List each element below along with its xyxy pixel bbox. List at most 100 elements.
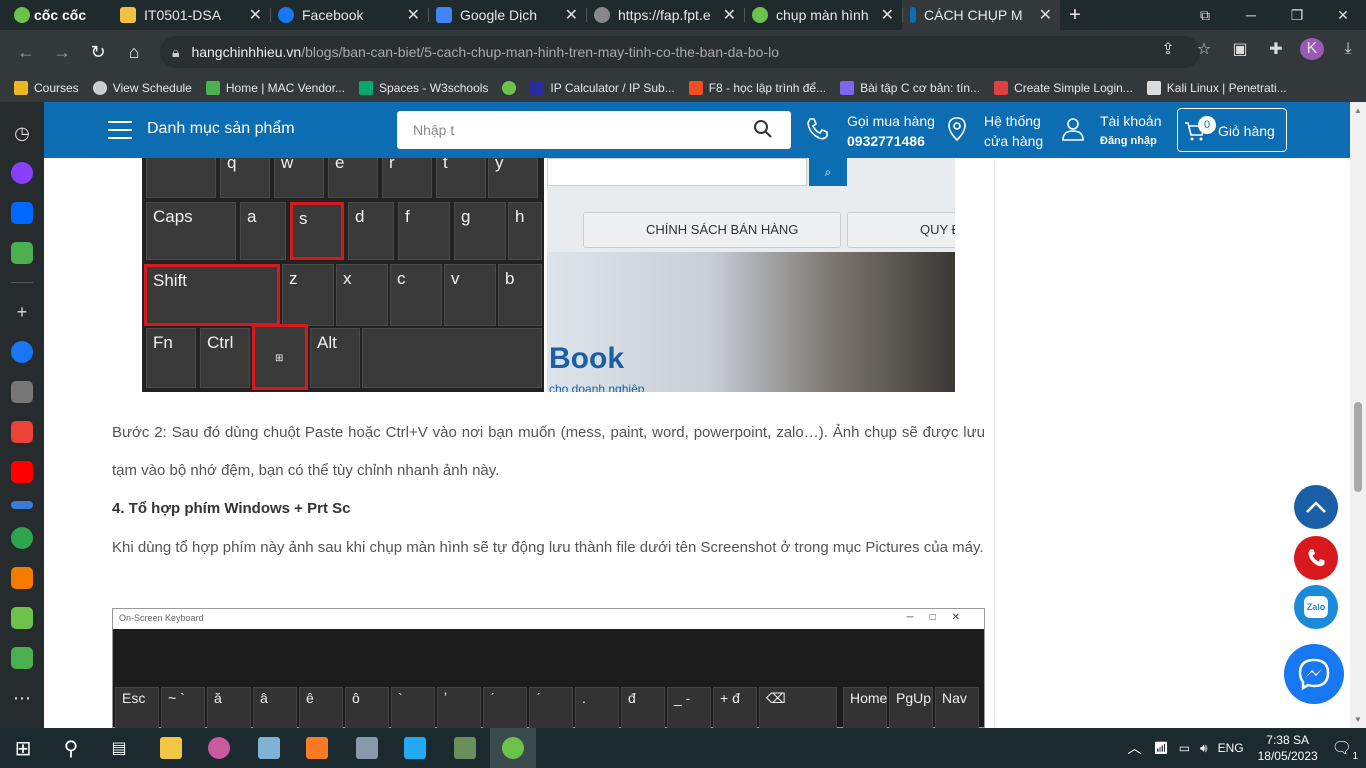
scrollbar-thumb[interactable] (1354, 402, 1362, 492)
page-scrollbar[interactable]: ▲ ▼ (1350, 102, 1366, 728)
xampp-button[interactable] (294, 728, 340, 768)
extension-icon[interactable] (11, 527, 33, 549)
notes-app-button[interactable] (246, 728, 292, 768)
tab-2[interactable]: Facebook ✕ (270, 0, 428, 30)
show-hidden-icons-icon[interactable]: ︿ (1127, 738, 1141, 758)
bookmark-w3schools[interactable]: Spaces - W3schools (359, 81, 488, 95)
task-view-button[interactable]: ▤ (96, 728, 142, 768)
google-translate-icon (436, 7, 452, 23)
more-icon[interactable]: ⋯ (13, 687, 31, 709)
photo-app-button[interactable] (442, 728, 488, 768)
paint-app-button[interactable] (196, 728, 242, 768)
messenger-chat-button[interactable] (1284, 644, 1344, 704)
close-tab-icon[interactable]: ✕ (881, 5, 894, 25)
close-tab-icon[interactable]: ✕ (249, 5, 262, 25)
back-button[interactable]: ← (8, 42, 44, 63)
extensions-icon[interactable]: ✚ (1264, 39, 1288, 59)
tab-6-active[interactable]: CÁCH CHỤP M ✕ (902, 0, 1060, 30)
phone-icon (807, 118, 828, 140)
clock[interactable]: 7:38 SA 18/05/2023 (1258, 732, 1318, 764)
scroll-to-top-button[interactable] (1294, 485, 1338, 529)
cart-button[interactable]: 0 Giỏ hàng (1177, 108, 1287, 152)
start-button[interactable]: ⊞ (0, 728, 46, 768)
tab-search-icon[interactable]: ⧉ (1182, 7, 1228, 24)
url-bar[interactable]: 🔒︎ hangchinhhieu.vn/blogs/ban-can-biet/5… (160, 36, 1200, 68)
notification-center-button[interactable]: 🗨︎ 1 (1332, 738, 1358, 762)
search-input[interactable]: Nhập t (413, 122, 454, 138)
bookmark-mac-vendor[interactable]: Home | MAC Vendor... (205, 81, 346, 95)
home-button[interactable]: ⌂ (116, 42, 152, 63)
share-icon[interactable]: ⇪ (1156, 39, 1180, 59)
scroll-down-arrow-icon[interactable]: ▼ (1354, 715, 1362, 724)
vpn-icon[interactable] (11, 501, 33, 509)
bookmark-create-login[interactable]: Create Simple Login... (994, 81, 1133, 95)
close-tab-icon[interactable]: ✕ (1039, 5, 1052, 25)
store-system-link[interactable]: Hệ thống cửa hàng (984, 111, 1043, 151)
game-app-button[interactable] (344, 728, 390, 768)
volume-icon[interactable]: 🔊︎ (1200, 741, 1208, 756)
section-heading-4: 4. Tổ hợp phím Windows + Prt Sc (112, 500, 351, 517)
bookmark-f8[interactable]: F8 - học lập trình để... (688, 81, 826, 95)
call-button[interactable] (1294, 536, 1338, 580)
search-icon: ⚲ (63, 737, 79, 760)
bookmark-courses[interactable]: Courses (14, 81, 79, 95)
bookmark-view-schedule[interactable]: View Schedule (92, 81, 192, 95)
website-screenshot-image: ⌕ CHÍNH SÁCH BÁN HÀNG QUY Đ Book cho doa… (547, 158, 955, 392)
kbd-key-highlighted: s (290, 202, 344, 260)
file-explorer-button[interactable] (148, 728, 194, 768)
minimize-button[interactable]: ─ (1228, 7, 1274, 23)
search-button[interactable]: ⚲ (48, 728, 94, 768)
category-menu-label[interactable]: Danh mục sản phẩm (147, 120, 295, 138)
site-search[interactable]: Nhập t (397, 111, 791, 149)
vscode-button[interactable] (392, 728, 438, 768)
osk-titlebar: On-Screen Keyboard ─□✕ (113, 609, 984, 629)
close-tab-icon[interactable]: ✕ (407, 5, 420, 25)
gmail-icon[interactable] (11, 421, 33, 443)
hotline[interactable]: Gọi mua hàng 0932771486 (847, 111, 935, 151)
account-link[interactable]: Tài khoản Đăng nhập (1100, 111, 1161, 151)
menu-hamburger-icon[interactable] (108, 121, 132, 145)
history-icon[interactable]: ◷ (14, 122, 30, 144)
bookmark-bai-tap-c[interactable]: Bài tập C cơ bản: tín... (840, 81, 980, 95)
game-icon[interactable] (11, 242, 33, 264)
profile-avatar[interactable]: K (1300, 38, 1324, 60)
shopping-icon[interactable] (11, 567, 33, 589)
mascot-icon[interactable] (11, 607, 33, 629)
bookmark-star-icon[interactable]: ☆ (1192, 39, 1216, 59)
coccoc-taskbar-button[interactable] (490, 728, 536, 768)
bookmark-coccoc[interactable] (502, 81, 517, 95)
bookmark-kali[interactable]: Kali Linux | Penetrati... (1146, 81, 1287, 95)
tab-title: CÁCH CHỤP M (924, 7, 1023, 23)
close-window-button[interactable]: ✕ (1320, 7, 1366, 24)
tab-4[interactable]: https://fap.fpt.e ✕ (586, 0, 744, 30)
forward-button[interactable]: → (44, 42, 80, 63)
wifi-icon[interactable]: 📶︎ (1153, 741, 1168, 755)
add-app-icon[interactable]: + (17, 301, 28, 323)
battery-icon[interactable]: ▭ (1179, 741, 1190, 755)
browser-tab-bar: cốc cốc IT0501-DSA ✕ Facebook ✕ Google Dịc… (0, 0, 1366, 30)
bookmark-label: Home | MAC Vendor... (225, 81, 346, 95)
tab-5[interactable]: chụp màn hình ✕ (744, 0, 902, 30)
facebook-icon[interactable] (11, 341, 33, 363)
search-icon[interactable] (753, 119, 773, 139)
close-tab-icon[interactable]: ✕ (723, 5, 736, 25)
reload-button[interactable]: ↻ (80, 42, 116, 63)
maximize-button[interactable]: ❐ (1274, 7, 1320, 24)
download-page-icon[interactable]: ▣ (1228, 39, 1252, 59)
coccoc-logo[interactable]: cốc cốc (0, 0, 112, 30)
scroll-up-arrow-icon[interactable]: ▲ (1354, 106, 1362, 115)
messenger-icon[interactable] (11, 162, 33, 184)
lock-icon[interactable]: 🔒︎ (172, 44, 179, 61)
mac-vendor-icon[interactable] (11, 381, 33, 403)
new-tab-button[interactable]: + (1060, 4, 1090, 27)
tab-3[interactable]: Google Dịch ✕ (428, 0, 586, 30)
youtube-icon[interactable] (11, 461, 33, 483)
close-tab-icon[interactable]: ✕ (565, 5, 578, 25)
language-indicator[interactable]: ENG (1218, 741, 1244, 755)
gift-icon[interactable] (11, 647, 33, 669)
zalo-icon[interactable] (11, 202, 33, 224)
tab-1[interactable]: IT0501-DSA ✕ (112, 0, 270, 30)
bookmark-ip-calculator[interactable]: IP Calculator / IP Sub... (530, 81, 675, 95)
downloads-icon[interactable]: ⤓ (1336, 40, 1360, 58)
zalo-chat-button[interactable]: Zalo (1294, 585, 1338, 629)
